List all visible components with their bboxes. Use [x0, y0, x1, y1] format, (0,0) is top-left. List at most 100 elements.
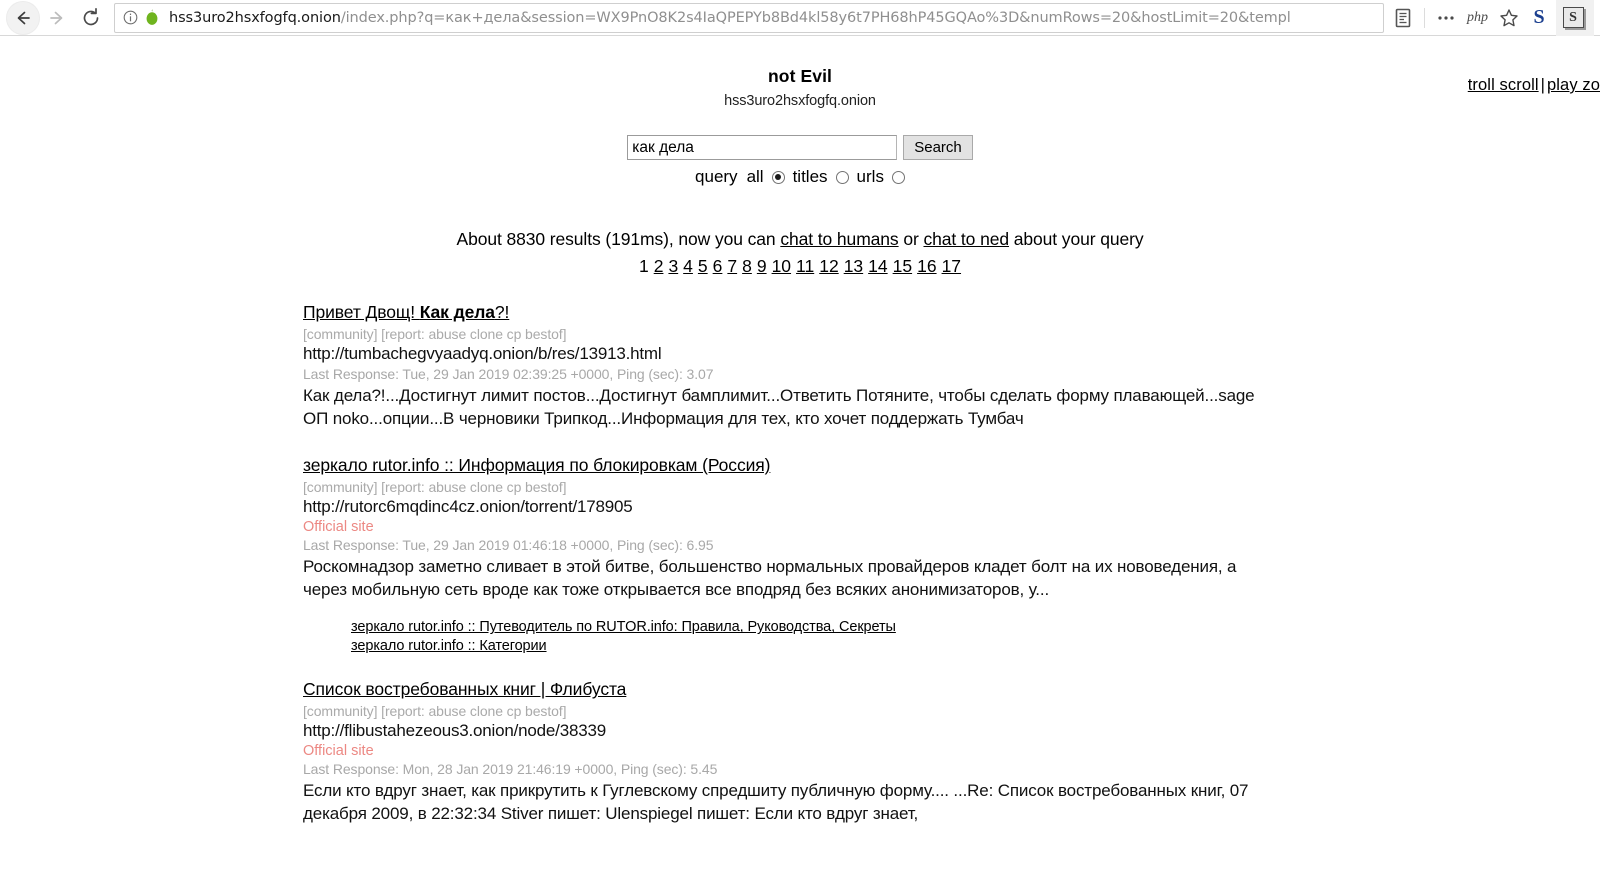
chat-to-ned-link[interactable]: chat to ned — [923, 229, 1009, 249]
reload-button[interactable] — [74, 1, 108, 35]
pagination-page-6[interactable]: 6 — [710, 256, 725, 276]
browser-toolbar-actions: php S S — [1388, 0, 1594, 36]
search-result: зеркало rutor.info :: Информация по блок… — [300, 455, 1300, 654]
site-title: not Evil — [768, 66, 832, 86]
results-list: Привет Двощ! Как дела?! [community] [repo… — [300, 302, 1300, 826]
result-meta: Last Response: Tue, 29 Jan 2019 01:46:18… — [303, 537, 714, 554]
site-info-icon[interactable] — [121, 9, 139, 27]
result-snippet: Как дела?!...Достигнут лимит постов...До… — [303, 386, 1255, 428]
result-title-link[interactable]: Привет Двощ! Как дела?! — [303, 302, 509, 322]
result-sublink[interactable]: зеркало rutor.info :: Категории — [351, 638, 1300, 654]
result-snippet: Если кто вдруг знает, как прикрутить к Г… — [303, 781, 1249, 824]
search-scope-options: query all titles urls — [0, 167, 1600, 187]
result-url: http://tumbachegvyaadyq.onion/b/res/1391… — [303, 344, 662, 363]
url-text: hss3uro2hsxfogfq.onion/index.php?q=как+д… — [169, 4, 1291, 32]
result-sublink[interactable]: зеркало rutor.info :: Путеводитель по RU… — [351, 619, 1300, 635]
pagination-page-14[interactable]: 14 — [866, 256, 890, 276]
pagination-current: 1 — [638, 256, 649, 276]
toolbar-divider — [1424, 7, 1425, 28]
result-tags[interactable]: [community] [report: abuse clone cp best… — [303, 326, 1300, 342]
pagination-page-10[interactable]: 10 — [769, 256, 793, 276]
back-arrow-icon — [17, 11, 30, 24]
pagination-page-11[interactable]: 11 — [794, 256, 817, 276]
result-title-text: зеркало rutor.info :: Информация по блок… — [303, 455, 771, 476]
corner-links: troll scroll | play zo — [1468, 76, 1600, 95]
summary-middle: or — [898, 229, 924, 249]
result-meta: Last Response: Tue, 29 Jan 2019 02:39:25… — [303, 366, 714, 382]
radio-all[interactable] — [771, 170, 785, 184]
result-title-text: Список востребованных книг | Флибуста — [303, 679, 627, 700]
result-official-badge: Official site — [303, 743, 374, 760]
pagination-page-15[interactable]: 15 — [890, 256, 914, 276]
pagination-page-9[interactable]: 9 — [754, 256, 769, 276]
pagination-page-8[interactable]: 8 — [740, 256, 755, 276]
star-bookmark-icon — [1500, 8, 1518, 26]
bookmark-button[interactable] — [1494, 3, 1524, 33]
result-title-suffix: ?! — [494, 302, 510, 322]
extension-area: S — [1556, 0, 1594, 36]
pagination: 1 2 3 4 5 6 7 8 9 10 11 12 13 14 15 16 17 — [300, 256, 1300, 277]
reader-view-icon — [1395, 8, 1411, 27]
pagination-page-12[interactable]: 12 — [817, 256, 841, 276]
chat-to-humans-link[interactable]: chat to humans — [780, 229, 898, 249]
pagination-page-3[interactable]: 3 — [666, 256, 681, 276]
pagination-page-4[interactable]: 4 — [681, 256, 696, 276]
result-title-text: Привет Двощ! — [303, 302, 420, 322]
search-button[interactable]: Search — [903, 135, 973, 160]
result-title-link[interactable]: Список востребованных книг | Флибуста — [303, 679, 626, 699]
php-extension-button[interactable]: php — [1461, 10, 1494, 26]
reader-view-button[interactable] — [1388, 3, 1418, 33]
pagination-page-16[interactable]: 16 — [915, 256, 939, 276]
pagination-page-17[interactable]: 17 — [939, 256, 963, 276]
pagination-page-2[interactable]: 2 — [651, 256, 666, 276]
summary-suffix: about your query — [1008, 229, 1144, 249]
results-summary: About 8830 results (191ms), now you can … — [300, 229, 1300, 250]
extension-button[interactable]: S — [1558, 3, 1588, 33]
site-header: not Evil hss3uro2hsxfogfq.onion — [0, 36, 1600, 109]
forward-button[interactable] — [40, 1, 74, 35]
radio-titles[interactable] — [835, 170, 849, 184]
web-page: troll scroll | play zo not Evil hss3uro2hs… — [0, 36, 1600, 869]
browser-toolbar: hss3uro2hsxfogfq.onion/index.php?q=как+д… — [0, 0, 1600, 36]
pagination-page-13[interactable]: 13 — [841, 256, 865, 276]
url-host: hss3uro2hsxfogfq.onion — [169, 9, 341, 26]
reload-icon — [83, 7, 99, 25]
search-result: Список востребованных книг | Флибуста [co… — [300, 679, 1300, 825]
result-url: http://rutorc6mqdinc4cz.onion/torrent/17… — [303, 497, 633, 517]
result-sublinks: зеркало rutor.info :: Путеводитель по RU… — [303, 619, 1300, 654]
radio-label-urls: urls — [856, 167, 884, 186]
back-button[interactable] — [6, 0, 40, 35]
summary-prefix: About 8830 results (191ms), now you can — [456, 229, 781, 249]
forward-arrow-icon — [50, 11, 63, 24]
search-input[interactable] — [627, 135, 898, 160]
result-title-highlight: Как дела — [419, 302, 495, 322]
scope-label: query — [695, 167, 738, 186]
radio-label-titles: titles — [792, 167, 828, 186]
overflow-menu-button[interactable] — [1431, 3, 1461, 33]
result-official-badge: Official site — [303, 519, 374, 536]
onion-icon — [144, 9, 160, 27]
troll-scroll-link[interactable]: troll scroll — [1468, 76, 1539, 94]
result-url: http://flibustahezeous3.onion/node/38339 — [303, 721, 606, 741]
result-tags[interactable]: [community] [report: abuse clone cp best… — [303, 479, 1300, 495]
radio-label-all: all — [746, 167, 764, 186]
pagination-page-7[interactable]: 7 — [725, 256, 740, 276]
pagination-page-5[interactable]: 5 — [695, 256, 710, 276]
result-title-link[interactable]: зеркало rutor.info :: Информация по блок… — [303, 455, 770, 475]
skype-button[interactable]: S — [1524, 3, 1554, 33]
radio-urls[interactable] — [891, 170, 905, 184]
play-zone-link[interactable]: play zo — [1547, 76, 1600, 94]
result-tags[interactable]: [community] [report: abuse clone cp best… — [303, 703, 1300, 719]
search-area: Search query all titles urls — [0, 135, 1600, 187]
url-path: /index.php?q=как+дела&session=WX9PnO8K2s… — [340, 9, 1291, 26]
search-row: Search — [627, 135, 973, 160]
address-bar[interactable]: hss3uro2hsxfogfq.onion/index.php?q=как+д… — [114, 2, 1384, 33]
skype-s-icon: S — [1533, 6, 1545, 28]
extension-s-icon: S — [1562, 7, 1584, 28]
result-snippet: Роскомнадзор заметно сливает в этой битв… — [303, 557, 1237, 599]
overflow-menu-icon — [1438, 15, 1454, 20]
corner-link-separator: | — [1540, 76, 1546, 94]
results-container: About 8830 results (191ms), now you can … — [300, 229, 1300, 826]
search-result: Привет Двощ! Как дела?! [community] [repo… — [300, 302, 1300, 430]
site-domain: hss3uro2hsxfogfq.onion — [724, 93, 876, 109]
